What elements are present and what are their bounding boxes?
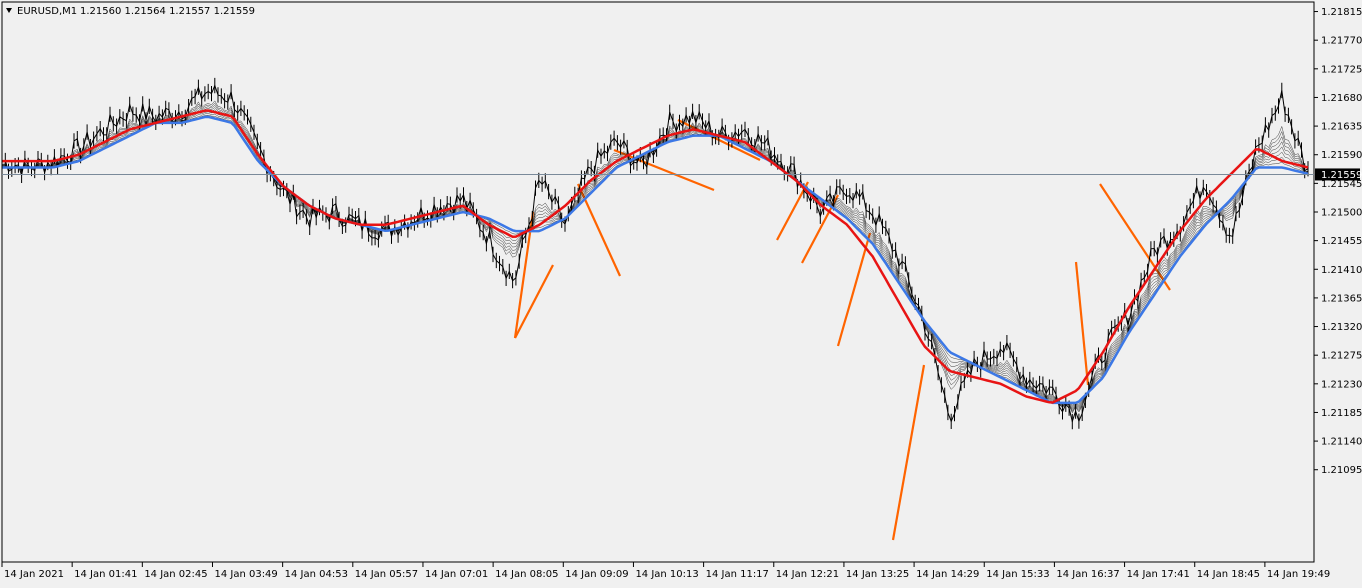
ohlc-values: 1.21560 1.21564 1.21557 1.21559 [80,6,255,17]
trendline[interactable] [891,364,926,541]
chart-window[interactable]: 1.21815 1.21770 1.21725 1.21680 1.21635 1.215… [0,0,1362,584]
y-tick-label: 1.21770 [1321,36,1362,47]
symbol-label: EURUSD,M1 [17,6,77,17]
x-tick-label: 14 Jan 05:57 [355,569,418,580]
x-tick-label: 14 Jan 18:45 [1197,569,1260,580]
price-layer [1,77,1309,430]
y-tick-label: 1.21275 [1321,351,1362,362]
trendline[interactable] [1099,183,1171,291]
current-price-label: 1.21559 [1321,170,1362,181]
y-tick-label: 1.21095 [1321,465,1362,476]
x-tick-label: 14 Jan 16:37 [1056,569,1119,580]
y-tick-label: 1.21410 [1321,265,1362,276]
x-tick-label: 14 Jan 03:49 [214,569,277,580]
trendline[interactable] [1074,261,1090,386]
x-tick-label: 14 Jan 13:25 [846,569,909,580]
x-tick-label: 14 Jan 08:05 [495,569,558,580]
y-tick-label: 1.21725 [1321,64,1362,75]
ma-fast-line [2,115,1309,405]
x-tick-label: 14 Jan 14:29 [916,569,979,580]
price-chart[interactable]: 1.21815 1.21770 1.21725 1.21680 1.21635 1.215… [0,0,1362,584]
x-tick-label: 14 Jan 17:41 [1127,569,1190,580]
y-tick-label: 1.21635 [1321,122,1362,133]
y-tick-label: 1.21365 [1321,293,1362,304]
x-tick-label: 14 Jan 02:45 [144,569,207,580]
x-tick-label: 14 Jan 07:01 [425,569,488,580]
x-tick-label: 14 Jan 2021 [4,569,64,580]
x-tick-label: 14 Jan 01:41 [74,569,137,580]
y-tick-label: 1.21230 [1321,379,1362,390]
x-tick-label: 14 Jan 15:33 [986,569,1049,580]
x-tick-label: 14 Jan 04:53 [285,569,348,580]
y-tick-label: 1.21500 [1321,208,1362,219]
trendline-layer [513,119,1171,541]
ma-slow-line [2,109,1309,404]
y-tick-label: 1.21815 [1321,7,1362,18]
moving-average-layer [2,109,1309,405]
y-tick-label: 1.21185 [1321,408,1362,419]
x-tick-label: 14 Jan 09:09 [565,569,628,580]
price-bars [1,77,1309,430]
y-tick-label: 1.21320 [1321,322,1362,333]
ma-ribbon-line [1,104,1309,411]
x-tick-label: 14 Jan 12:21 [776,569,839,580]
x-tick-label: 14 Jan 11:17 [706,569,769,580]
x-tick-label: 14 Jan 10:13 [635,569,698,580]
y-tick-label: 1.21140 [1321,437,1362,448]
chart-header: EURUSD,M1 1.21560 1.21564 1.21557 1.2155… [6,6,255,17]
dropdown-triangle-icon[interactable] [6,8,12,13]
x-tick-label: 14 Jan 19:49 [1267,569,1330,580]
trendline[interactable] [836,232,872,347]
y-tick-label: 1.21455 [1321,236,1362,247]
y-tick-label: 1.21680 [1321,93,1362,104]
y-tick-label: 1.21590 [1321,150,1362,161]
price-line [1,84,1309,424]
